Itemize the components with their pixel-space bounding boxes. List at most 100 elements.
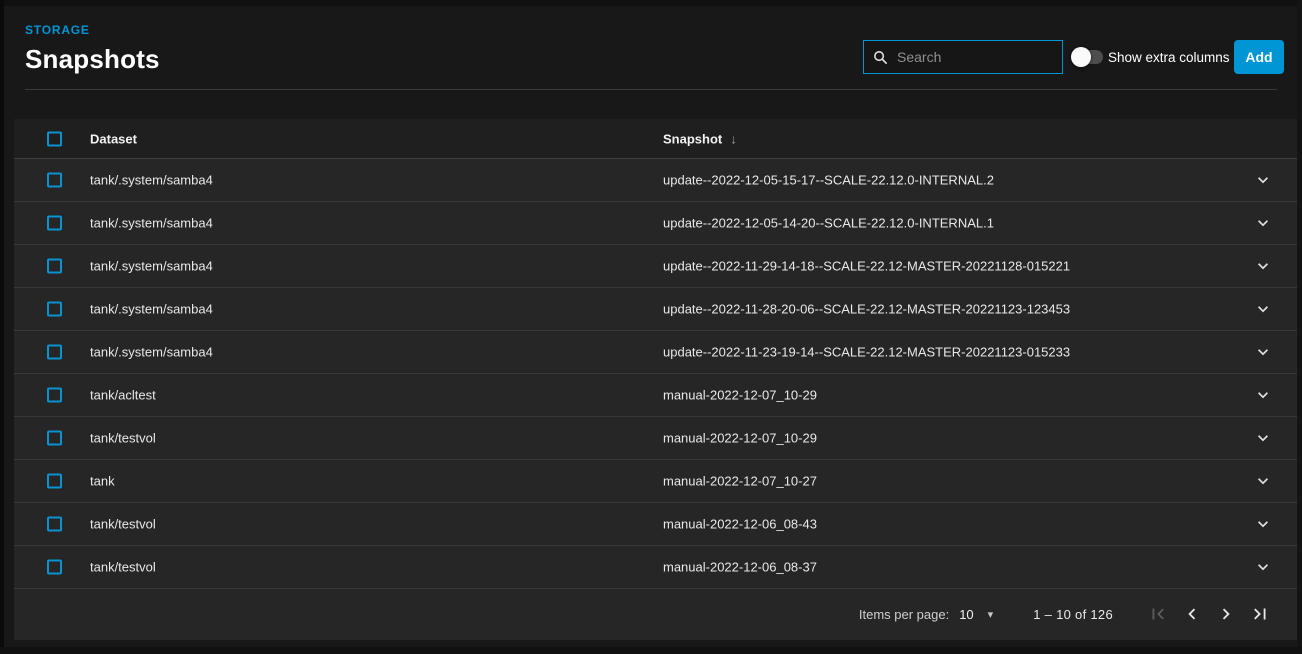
row-snapshot: manual-2022-12-06_08-43 <box>663 517 817 532</box>
last-page-icon <box>1249 603 1271 625</box>
row-dataset: tank/acltest <box>90 388 156 403</box>
table-body: tank/.system/samba4 update--2022-12-05-1… <box>14 159 1297 589</box>
chevron-down-icon <box>1253 471 1273 491</box>
caret-down-icon: ▾ <box>988 608 994 621</box>
row-checkbox[interactable] <box>47 216 62 231</box>
row-select-cell <box>47 216 62 231</box>
search-icon <box>872 49 889 66</box>
row-snapshot: manual-2022-12-07_10-27 <box>663 474 817 489</box>
breadcrumb-storage[interactable]: STORAGE <box>25 23 90 37</box>
row-dataset: tank/testvol <box>90 431 156 446</box>
window-edge-right <box>1297 0 1302 654</box>
row-checkbox[interactable] <box>47 474 62 489</box>
sort-desc-icon: ↓ <box>730 131 737 146</box>
header-divider <box>25 89 1277 90</box>
select-all-cell <box>47 131 62 146</box>
first-page-icon <box>1147 603 1169 625</box>
show-extra-columns-label: Show extra columns <box>1108 50 1230 65</box>
page-title: Snapshots <box>25 44 160 75</box>
table-row[interactable]: tank/testvol manual-2022-12-06_08-43 <box>14 503 1297 546</box>
row-select-cell <box>47 431 62 446</box>
row-checkbox[interactable] <box>47 345 62 360</box>
chevron-down-icon <box>1253 170 1273 190</box>
window-edge-bottom <box>0 647 1302 654</box>
snapshots-table: Dataset Snapshot↓ tank/.system/samba4 up… <box>14 119 1297 640</box>
row-snapshot: manual-2022-12-07_10-29 <box>663 388 817 403</box>
search-input[interactable] <box>897 49 1054 65</box>
table-row[interactable]: tank/.system/samba4 update--2022-11-23-1… <box>14 331 1297 374</box>
row-snapshot: update--2022-11-29-14-18--SCALE-22.12-MA… <box>663 259 1070 274</box>
row-snapshot: update--2022-11-23-19-14--SCALE-22.12-MA… <box>663 345 1070 360</box>
expand-row-button[interactable] <box>1253 299 1273 319</box>
row-select-cell <box>47 388 62 403</box>
column-header-dataset[interactable]: Dataset <box>90 131 137 146</box>
row-dataset: tank/testvol <box>90 560 156 575</box>
table-row[interactable]: tank/.system/samba4 update--2022-12-05-1… <box>14 159 1297 202</box>
table-row[interactable]: tank/acltest manual-2022-12-07_10-29 <box>14 374 1297 417</box>
table-header-row: Dataset Snapshot↓ <box>14 119 1297 159</box>
add-button[interactable]: Add <box>1234 40 1284 74</box>
chevron-down-icon <box>1253 299 1273 319</box>
table-row[interactable]: tank/testvol manual-2022-12-07_10-29 <box>14 417 1297 460</box>
table-row[interactable]: tank/testvol manual-2022-12-06_08-37 <box>14 546 1297 589</box>
row-checkbox[interactable] <box>47 431 62 446</box>
row-checkbox[interactable] <box>47 517 62 532</box>
expand-row-button[interactable] <box>1253 170 1273 190</box>
row-dataset: tank/.system/samba4 <box>90 259 213 274</box>
row-snapshot: update--2022-12-05-15-17--SCALE-22.12.0-… <box>663 173 994 188</box>
show-extra-columns-toggle[interactable] <box>1071 47 1103 67</box>
row-checkbox[interactable] <box>47 388 62 403</box>
expand-row-button[interactable] <box>1253 385 1273 405</box>
row-dataset: tank/.system/samba4 <box>90 345 213 360</box>
first-page-button[interactable] <box>1141 597 1175 631</box>
table-row[interactable]: tank/.system/samba4 update--2022-12-05-1… <box>14 202 1297 245</box>
items-per-page-label: Items per page: <box>859 607 949 622</box>
expand-row-button[interactable] <box>1253 428 1273 448</box>
chevron-down-icon <box>1253 213 1273 233</box>
row-select-cell <box>47 560 62 575</box>
next-page-button[interactable] <box>1209 597 1243 631</box>
previous-page-button[interactable] <box>1175 597 1209 631</box>
row-checkbox[interactable] <box>47 302 62 317</box>
chevron-down-icon <box>1253 557 1273 577</box>
expand-row-button[interactable] <box>1253 514 1273 534</box>
row-dataset: tank/.system/samba4 <box>90 216 213 231</box>
row-select-cell <box>47 345 62 360</box>
row-snapshot: manual-2022-12-07_10-29 <box>663 431 817 446</box>
chevron-down-icon <box>1253 428 1273 448</box>
row-checkbox[interactable] <box>47 259 62 274</box>
chevron-down-icon <box>1253 256 1273 276</box>
chevron-left-icon <box>1181 603 1203 625</box>
row-select-cell <box>47 474 62 489</box>
chevron-down-icon <box>1253 385 1273 405</box>
row-dataset: tank/testvol <box>90 517 156 532</box>
row-dataset: tank/.system/samba4 <box>90 302 213 317</box>
expand-row-button[interactable] <box>1253 213 1273 233</box>
table-row[interactable]: tank manual-2022-12-07_10-27 <box>14 460 1297 503</box>
search-box[interactable] <box>863 40 1063 74</box>
expand-row-button[interactable] <box>1253 471 1273 491</box>
chevron-down-icon <box>1253 514 1273 534</box>
row-snapshot: manual-2022-12-06_08-37 <box>663 560 817 575</box>
table-row[interactable]: tank/.system/samba4 update--2022-11-29-1… <box>14 245 1297 288</box>
row-checkbox[interactable] <box>47 173 62 188</box>
row-checkbox[interactable] <box>47 560 62 575</box>
expand-row-button[interactable] <box>1253 557 1273 577</box>
pager-nav <box>1141 597 1277 631</box>
column-header-snapshot[interactable]: Snapshot↓ <box>663 131 737 146</box>
row-select-cell <box>47 259 62 274</box>
row-snapshot: update--2022-12-05-14-20--SCALE-22.12.0-… <box>663 216 994 231</box>
page-range-label: 1 – 10 of 126 <box>1033 607 1113 622</box>
expand-row-button[interactable] <box>1253 342 1273 362</box>
row-select-cell <box>47 517 62 532</box>
expand-row-button[interactable] <box>1253 256 1273 276</box>
chevron-down-icon <box>1253 342 1273 362</box>
last-page-button[interactable] <box>1243 597 1277 631</box>
items-per-page-value: 10 <box>959 607 973 622</box>
toggle-thumb <box>1071 47 1091 67</box>
row-dataset: tank <box>90 474 115 489</box>
chevron-right-icon <box>1215 603 1237 625</box>
items-per-page-select[interactable]: 10 ▾ <box>959 607 993 622</box>
table-row[interactable]: tank/.system/samba4 update--2022-11-28-2… <box>14 288 1297 331</box>
select-all-checkbox[interactable] <box>47 131 62 146</box>
